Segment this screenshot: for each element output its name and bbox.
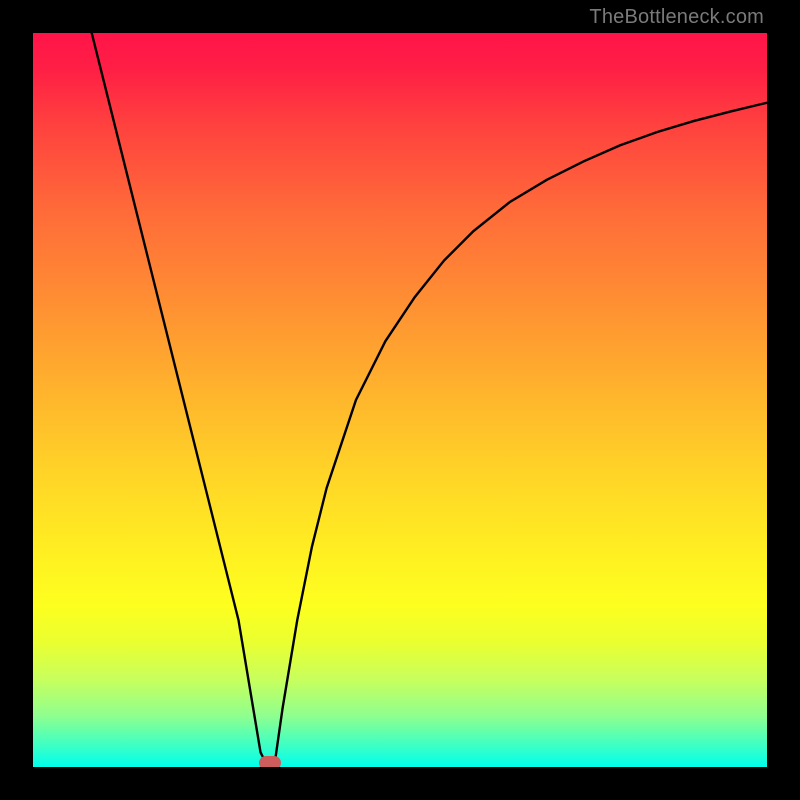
plot-area [33, 33, 767, 767]
optimal-point-marker [259, 756, 281, 767]
watermark-text: TheBottleneck.com [589, 6, 764, 29]
curve-svg [33, 33, 767, 767]
bottleneck-curve [92, 33, 767, 767]
chart-frame: TheBottleneck.com [0, 0, 800, 800]
